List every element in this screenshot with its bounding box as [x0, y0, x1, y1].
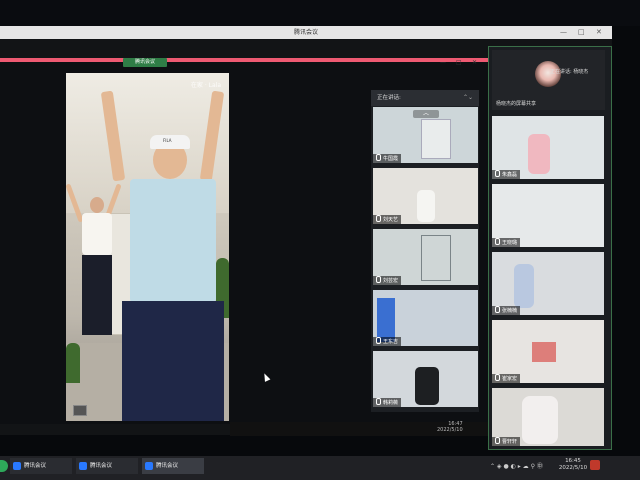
close-button[interactable]: ✕ [596, 26, 602, 39]
participant-name-text: 张楠楠 [502, 308, 518, 314]
inner-clock-date: 2022/5/10 [437, 427, 463, 433]
video-logo: 在家 · Lala [190, 82, 221, 89]
tile-person [415, 367, 439, 405]
taskbar-app[interactable]: 腾讯会议 [76, 458, 138, 474]
participant-name-text: 王晓璐 [502, 240, 518, 246]
outer-titlebar: 腾讯会议 — □ ✕ [0, 26, 612, 39]
screen-share-label: 杨晓杰的屏幕共享 [496, 101, 537, 107]
mic-icon [495, 238, 500, 245]
taskbar-app-label: 腾讯会议 [90, 463, 113, 469]
participant-name: 牛国霞 [373, 154, 402, 163]
speaking-label: 正在讲话: [377, 95, 401, 101]
tile-person [417, 190, 435, 222]
participant-name: 崔家宏 [492, 374, 521, 383]
gallery-tile[interactable]: ︿ 牛国霞 [373, 107, 478, 163]
gallery-tile[interactable]: 韩莉薇 [373, 351, 478, 407]
mic-icon [376, 276, 381, 283]
outer-window-title: 腾讯会议 [293, 29, 318, 36]
mic-icon [376, 398, 381, 405]
inner-minimize-button[interactable]: — [440, 59, 446, 66]
participant-name: 刘芸宏 [373, 276, 402, 285]
screen-share-frame [0, 58, 488, 62]
gallery-tile[interactable]: 刘芸宏 [373, 229, 478, 285]
tile-person [522, 396, 558, 444]
maximize-button[interactable]: □ [578, 26, 585, 39]
participant-name: 王晓璐 [492, 238, 521, 247]
participant-name-text: 曹轩轩 [502, 439, 518, 445]
participant-name-text: 崔家宏 [502, 376, 518, 382]
plant-left [66, 343, 80, 383]
inner-clock: 16:47 2022/5/10 [437, 421, 463, 433]
tile-person [528, 134, 550, 174]
participant-name: 朱鑫磊 [492, 170, 521, 179]
participant-name: 张楠楠 [492, 306, 521, 315]
participant-name-text: 刘天艺 [383, 217, 399, 223]
participant-tile[interactable]: 王晓璐 [492, 184, 604, 247]
video-control-icon[interactable] [73, 405, 87, 416]
system-tray-icons[interactable]: ⌃ ◈ ● ◐ ▸ ☁ ⚲ ㊥ [490, 461, 543, 470]
participant-name-text: 刘芸宏 [383, 278, 399, 284]
active-speaker-tile[interactable]: 正在讲话: 杨晓杰 杨晓杰的屏幕共享 [492, 50, 605, 110]
share-tab[interactable]: 腾讯会议 [123, 58, 167, 67]
gallery-scroll-icon[interactable]: ⌃⌄ [463, 90, 473, 106]
monitor-bezel [0, 0, 640, 26]
notification-icon[interactable] [590, 460, 600, 470]
tile-window [421, 119, 451, 159]
participant-name-text: 朱鑫磊 [502, 172, 518, 178]
meeting-app-icon [145, 462, 153, 470]
participant-tile[interactable]: 曹轩轩 [492, 388, 604, 446]
mic-icon [495, 170, 500, 177]
participant-name-text: 王东吉 [383, 339, 399, 345]
meeting-app-icon [79, 462, 87, 470]
tile-cage [421, 235, 451, 281]
taskbar-app-active[interactable]: 腾讯会议 [142, 458, 204, 474]
gallery-tile[interactable]: 王东吉 [373, 290, 478, 346]
cap-logo: FILA [163, 138, 172, 143]
meeting-app-icon [13, 462, 21, 470]
taskbar-app-label: 腾讯会议 [24, 463, 47, 469]
mic-icon [376, 154, 381, 161]
participant-name: 刘天艺 [373, 215, 402, 224]
participant-name: 王东吉 [373, 337, 402, 346]
taskbar-date: 2022/5/10 [558, 465, 588, 471]
collapse-button[interactable]: ︿ [413, 110, 439, 118]
taskbar-time: 16:45 [565, 458, 581, 464]
mic-icon [495, 374, 500, 381]
inner-maximize-button[interactable]: □ [456, 59, 462, 66]
mic-icon [376, 337, 381, 344]
active-speaker-label: 正在讲话: 杨晓杰 [550, 69, 589, 75]
participant-tile[interactable]: 张楠楠 [492, 252, 604, 315]
mic-icon [376, 215, 381, 222]
inner-close-button[interactable]: ✕ [472, 59, 477, 66]
minimize-button[interactable]: — [560, 26, 567, 39]
mic-icon [495, 437, 500, 444]
taskbar-app-label: 腾讯会议 [156, 463, 179, 469]
mic-icon [495, 306, 500, 313]
main-video[interactable]: 在家 · Lala FILA [66, 73, 229, 421]
participant-name: 韩莉薇 [373, 398, 402, 407]
participant-name-text: 韩莉薇 [383, 400, 399, 406]
taskbar-clock[interactable]: 16:45 2022/5/10 [556, 458, 590, 472]
tile-object [532, 342, 556, 362]
participant-name: 曹轩轩 [492, 437, 521, 446]
participant-tile[interactable]: 朱鑫磊 [492, 116, 604, 179]
taskbar-app[interactable]: 腾讯会议 [10, 458, 72, 474]
participant-tile[interactable]: 崔家宏 [492, 320, 604, 383]
gallery-header: 正在讲话: ⌃⌄ [371, 90, 479, 106]
gallery-tile[interactable]: 刘天艺 [373, 168, 478, 224]
participant-name-text: 牛国霞 [383, 156, 399, 162]
tile-person [377, 298, 395, 342]
tile-person [514, 264, 534, 308]
